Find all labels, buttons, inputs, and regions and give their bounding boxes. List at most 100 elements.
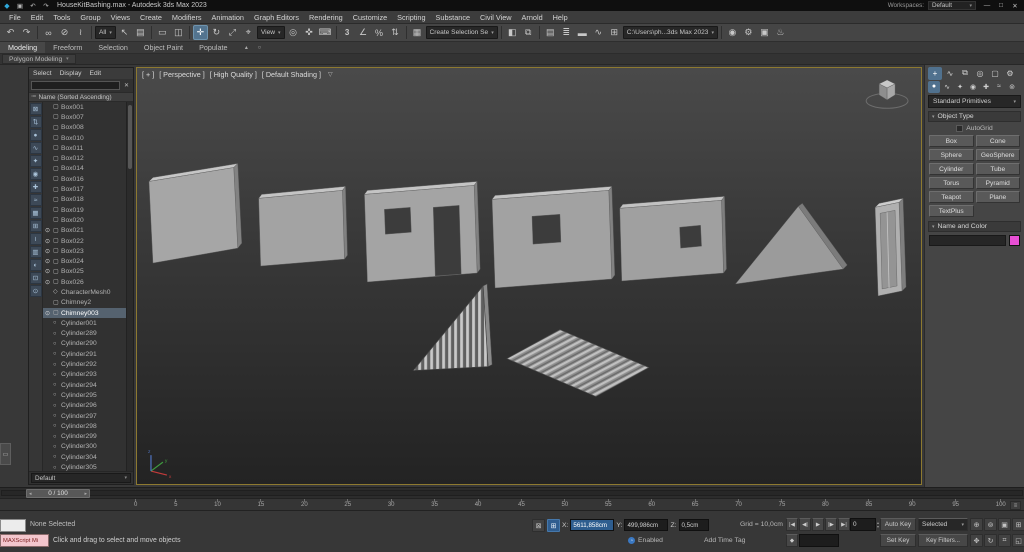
app-logo-icon[interactable]: ◆	[2, 1, 12, 10]
mirror-icon[interactable]: ◧	[505, 25, 520, 40]
explorer-find-icon[interactable]: ⊙	[29, 285, 42, 297]
wall-panel-plain-1[interactable]	[148, 163, 242, 264]
redo-icon[interactable]: ↷	[41, 1, 51, 10]
visibility-eye-icon[interactable]: ⊙	[45, 310, 53, 317]
menu-group[interactable]: Group	[75, 13, 105, 22]
filter-spacewarps-icon[interactable]: ≈	[29, 194, 42, 206]
time-slider-handle[interactable]: ◂ 0 / 100 ▸	[26, 489, 90, 498]
scene-object-row[interactable]: ○ Cylinder296	[43, 401, 126, 411]
explorer-menu-select[interactable]: Select	[29, 70, 56, 77]
filter-lights-icon[interactable]: ✦	[29, 155, 42, 167]
filter-bones-icon[interactable]: ≀	[29, 233, 42, 245]
menu-substance[interactable]: Substance	[431, 13, 475, 22]
play-animation-icon[interactable]: ▶	[812, 518, 824, 531]
toolbar-separator[interactable]	[91, 26, 92, 39]
unlink-selection-icon[interactable]: ⊘	[57, 25, 72, 40]
filter-cameras-icon[interactable]: ◉	[29, 168, 42, 180]
project-folder-combo[interactable]: C:\Users\ph...3ds Max 2023	[622, 26, 718, 39]
scene-object-row[interactable]: ⊙ ▢ Box024	[43, 256, 126, 266]
viewport-filter-icon[interactable]: ▽	[328, 71, 333, 78]
explorer-search-input[interactable]	[31, 81, 120, 90]
save-icon[interactable]: ▣	[15, 1, 25, 10]
scene-object-row[interactable]: ⊙ ▢ Box025	[43, 267, 126, 277]
render-setup-icon[interactable]: ⚙	[741, 25, 756, 40]
wall-panel-plain-2[interactable]	[258, 185, 348, 267]
explorer-sort-header[interactable]: ≔ Name (Sorted Ascending)	[29, 92, 133, 102]
polygon-modeling-panel-tab[interactable]: Polygon Modeling	[2, 54, 76, 64]
scene-object-row[interactable]: ○ Cylinder297	[43, 411, 126, 421]
scene-object-row[interactable]: ▢ Box019	[43, 205, 126, 215]
render-production-icon[interactable]: ♨	[773, 25, 788, 40]
zoom-all-icon[interactable]: ⊚	[984, 518, 997, 531]
toggle-ribbon-icon[interactable]: ▬	[575, 25, 590, 40]
reference-coordinate-combo[interactable]: View	[256, 26, 285, 39]
viewport-shading-menu[interactable]: [ Default Shading ]	[262, 70, 321, 79]
scene-object-row[interactable]: ○ Cylinder305	[43, 462, 126, 471]
visibility-eye-icon[interactable]: ⊙	[45, 268, 53, 275]
search-clear-icon[interactable]: ✕	[122, 81, 131, 90]
next-frame-icon[interactable]: |▶	[825, 518, 837, 531]
scene-object-row[interactable]: ▢ Box014	[43, 164, 126, 174]
scene-object-row[interactable]: ▢ Box007	[43, 112, 126, 122]
geometry-category-icon[interactable]: ●	[928, 80, 940, 93]
toolbar-separator[interactable]	[538, 26, 540, 39]
primitive-sphere-button[interactable]: Sphere	[929, 149, 974, 161]
primitive-cone-button[interactable]: Cone	[975, 135, 1020, 147]
lights-category-icon[interactable]: ✦	[954, 81, 966, 93]
motion-tab-icon[interactable]: ◎	[973, 67, 987, 80]
scene-object-row[interactable]: ○ Cylinder295	[43, 390, 126, 400]
slider-right-arrow-icon[interactable]: ▸	[84, 491, 87, 497]
select-by-name-icon[interactable]: ▤	[133, 25, 148, 40]
visibility-eye-icon[interactable]: ⊙	[45, 238, 53, 245]
y-coordinate-field[interactable]: 499,986cm	[624, 519, 669, 531]
viewport-quality-menu[interactable]: [ High Quality ]	[210, 70, 257, 79]
select-and-link-icon[interactable]: ∞	[41, 25, 56, 40]
maximize-viewport-icon[interactable]: ◱	[1012, 534, 1024, 547]
object-type-rollout-header[interactable]: ▾ Object Type	[928, 111, 1021, 122]
scene-object-row[interactable]: ▢ Box008	[43, 123, 126, 133]
truss-ladder[interactable]	[412, 283, 493, 371]
menu-civil-view[interactable]: Civil View	[475, 13, 517, 22]
toolbar-separator[interactable]	[335, 26, 337, 39]
viewport-layout-tab[interactable]: ▭	[0, 443, 11, 465]
selection-lock-icon[interactable]: ⊠	[532, 519, 545, 532]
zoom-icon[interactable]: ⊕	[970, 518, 983, 531]
name-and-color-rollout-header[interactable]: ▾ Name and Color	[928, 221, 1021, 232]
filter-containers-icon[interactable]: ▥	[29, 246, 42, 258]
menu-file[interactable]: File	[4, 13, 26, 22]
go-to-start-icon[interactable]: |◀	[786, 518, 798, 531]
schematic-view-icon[interactable]: ⊞	[607, 25, 622, 40]
scene-object-row[interactable]: ▢ Chimney2	[43, 298, 126, 308]
menu-scripting[interactable]: Scripting	[392, 13, 430, 22]
primitive-teapot-button[interactable]: Teapot	[929, 191, 974, 203]
gable-triangle[interactable]	[735, 203, 848, 285]
primitive-box-button[interactable]: Box	[929, 135, 974, 147]
toolbar-separator[interactable]	[720, 26, 722, 39]
filter-groups-icon[interactable]: ▦	[29, 207, 42, 219]
scene-object-row[interactable]: ⊙ ▢ Box023	[43, 246, 126, 256]
utilities-tab-icon[interactable]: ⚙	[1003, 67, 1017, 80]
toolbar-separator[interactable]	[37, 26, 38, 39]
scene-object-row[interactable]: ▢ Box017	[43, 184, 126, 194]
material-editor-icon[interactable]: ◉	[725, 25, 740, 40]
selection-filter-combo[interactable]: All	[95, 26, 116, 39]
menu-rendering[interactable]: Rendering	[304, 13, 348, 22]
explorer-sync-icon[interactable]: ⇅	[29, 116, 42, 128]
orbit-icon[interactable]: ↻	[984, 534, 997, 547]
shapes-category-icon[interactable]: ∿	[941, 81, 953, 93]
toggle-scene-explorer-icon[interactable]: ▤	[543, 25, 558, 40]
tall-frame-box[interactable]	[874, 197, 907, 297]
redo-icon[interactable]: ↷	[19, 25, 34, 40]
primitive-torus-button[interactable]: Torus	[929, 177, 974, 189]
autogrid-checkbox[interactable]	[956, 124, 964, 132]
menu-animation[interactable]: Animation	[207, 13, 249, 22]
scene-object-row[interactable]: ○ Cylinder293	[43, 370, 126, 380]
key-mode-toggle-icon[interactable]: ◆	[786, 534, 798, 547]
frame-spinner[interactable]: ▴ ▾	[877, 520, 879, 529]
menu-arnold[interactable]: Arnold	[517, 13, 548, 22]
primitive-cylinder-button[interactable]: Cylinder	[929, 163, 974, 175]
filter-selection-icon[interactable]: ⊡	[29, 272, 42, 284]
explorer-menu-edit[interactable]: Edit	[86, 70, 106, 77]
maxscript-mini-listener[interactable]: MAXScript Mi	[0, 534, 49, 547]
maxscript-listener-field[interactable]	[0, 519, 26, 532]
